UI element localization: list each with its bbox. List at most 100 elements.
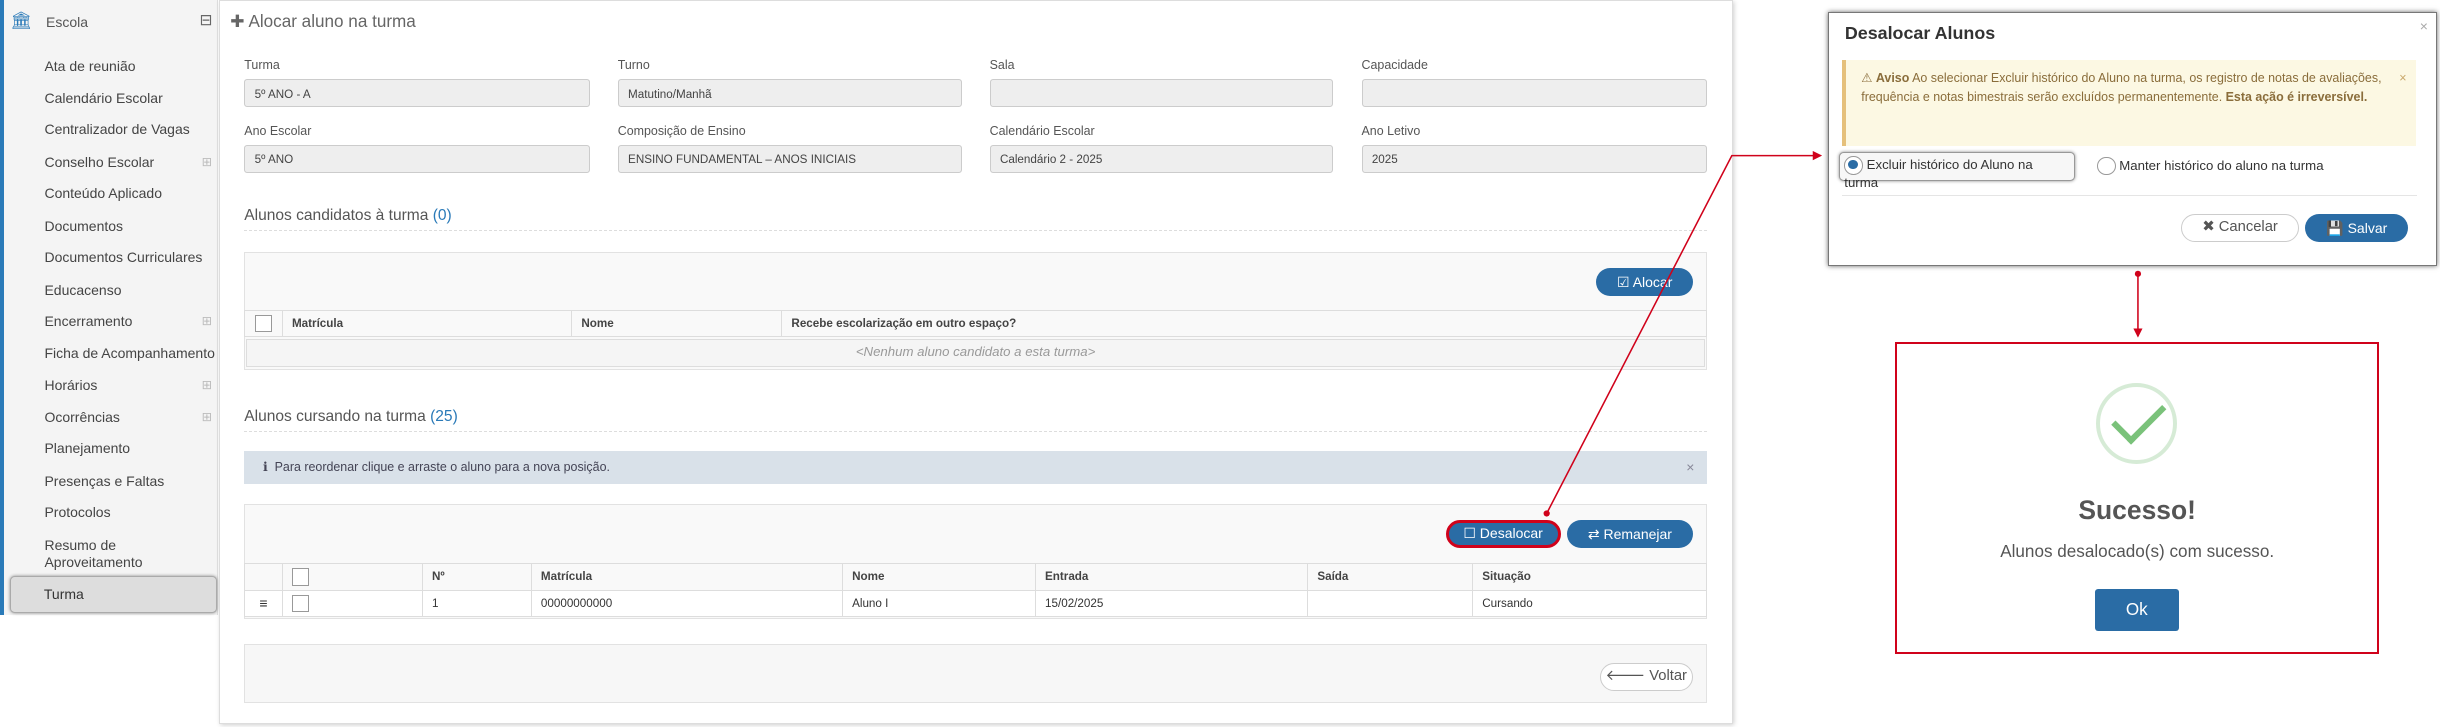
sidebar-item-ata[interactable]: Ata de reunião: [44, 58, 135, 74]
warning-icon: ⚠: [1861, 71, 1873, 86]
sidebar-item-conselho[interactable]: Conselho Escolar: [44, 154, 154, 170]
sidebar-item-protocolos[interactable]: Protocolos: [44, 504, 110, 520]
col-numero[interactable]: Nº: [421, 563, 532, 591]
sidebar-item-centralizador[interactable]: Centralizador de Vagas: [44, 121, 189, 137]
capacidade-field[interactable]: [1361, 79, 1707, 108]
sidebar-item-documentos-curriculares[interactable]: Documentos Curriculares: [44, 249, 202, 265]
select-all-checkbox[interactable]: [254, 314, 272, 332]
ok-button[interactable]: Ok: [2094, 588, 2179, 631]
cursando-count: (25): [430, 407, 458, 425]
footer-panel: [244, 644, 1707, 704]
col-entrada[interactable]: Entrada: [1034, 563, 1308, 591]
sala-label: Sala: [989, 57, 1015, 72]
table-row[interactable]: ≡ 1 00000000000 Aluno I 15/02/2025 Cursa…: [244, 589, 1707, 618]
composicao-field[interactable]: ENSINO FUNDAMENTAL – ANOS INICIAIS: [617, 144, 962, 173]
col-nome[interactable]: Nome: [841, 563, 1036, 591]
cell-situacao: Cursando: [1471, 589, 1707, 618]
bank-icon: 🏛: [10, 10, 32, 30]
drag-handle-icon[interactable]: ≡: [244, 589, 283, 618]
voltar-button[interactable]: 🡐 Voltar: [1599, 662, 1693, 691]
cancelar-label: Cancelar: [2218, 219, 2278, 236]
divider: [244, 431, 1707, 432]
col-recebe[interactable]: Recebe escolarização em outro espaço?: [781, 309, 1707, 338]
sidebar-title: Escola: [46, 14, 89, 30]
checkmark-icon: [2096, 383, 2178, 465]
close-icon[interactable]: ×: [2399, 69, 2406, 88]
manter-label: Manter histórico do aluno na turma: [2119, 157, 2324, 173]
candidatos-title: Alunos candidatos à turma: [244, 206, 429, 224]
desalocar-label: Desalocar: [1479, 524, 1543, 541]
radio-manter[interactable]: [2096, 156, 2116, 176]
sidebar-item-presencas[interactable]: Presenças e Faltas: [44, 473, 164, 489]
sidebar-item-calendario[interactable]: Calendário Escolar: [44, 90, 162, 106]
empty-message: <Nenhum aluno candidato a esta turma>: [245, 339, 1706, 368]
select-all-cell: [244, 309, 283, 338]
sidebar-item-documentos[interactable]: Documentos: [44, 218, 123, 234]
candidatos-table: Matrícula Nome Recebe escolarização em o…: [244, 309, 1707, 338]
expand-icon[interactable]: ⊞: [202, 313, 212, 328]
ano-escolar-field[interactable]: 5º ANO: [244, 144, 590, 173]
success-message: Alunos desalocado(s) com sucesso.: [2000, 541, 2275, 561]
radio-excluir[interactable]: [1844, 156, 1863, 175]
sidebar-item-conteudo[interactable]: Conteúdo Aplicado: [44, 185, 162, 201]
sidebar-header[interactable]: 🏛 Escola ⊟: [10, 11, 215, 33]
success-dialog: Sucesso! Alunos desalocado(s) com sucess…: [1895, 342, 2380, 654]
expand-icon[interactable]: ⊞: [202, 377, 212, 392]
cancelar-button[interactable]: ✖ Cancelar: [2180, 214, 2300, 243]
sidebar-item-horarios[interactable]: Horários: [44, 377, 97, 393]
remanejar-label: Remanejar: [1603, 525, 1672, 542]
col-nome[interactable]: Nome: [571, 309, 783, 338]
sidebar-item-resumo[interactable]: Resumo de: [44, 537, 116, 553]
warning-strong-2: Esta ação é irreversível.: [2225, 90, 2368, 105]
turma-field[interactable]: 5º ANO - A: [244, 79, 590, 108]
sidebar-item-ficha[interactable]: Ficha de Acompanhamento: [44, 345, 214, 361]
salvar-button[interactable]: 💾 Salvar: [2305, 214, 2409, 243]
expand-icon[interactable]: ⊞: [202, 409, 212, 424]
sidebar: 🏛 Escola ⊟ Ata de reunião Calendário Esc…: [0, 0, 218, 615]
close-icon[interactable]: ×: [1686, 451, 1694, 484]
info-icon: ℹ: [262, 460, 268, 475]
cell-entrada: 15/02/2025: [1034, 589, 1308, 618]
remanejar-button[interactable]: ⇄ Remanejar: [1566, 519, 1693, 548]
sidebar-item-educacenso[interactable]: Educacenso: [44, 282, 121, 298]
voltar-label: Voltar: [1649, 667, 1687, 684]
sala-field[interactable]: [989, 79, 1334, 108]
col-situacao[interactable]: Situação: [1471, 563, 1707, 591]
col-matricula[interactable]: Matrícula: [281, 309, 573, 338]
info-alert: ℹ Para reordenar clique e arraste o alun…: [244, 451, 1707, 484]
manter-historico-option[interactable]: Manter histórico do aluno na turma: [2096, 156, 2324, 176]
sidebar-item-encerramento[interactable]: Encerramento: [44, 313, 132, 329]
expand-icon[interactable]: ⊞: [202, 154, 212, 169]
calendario-label: Calendário Escolar: [989, 124, 1095, 139]
calendario-field[interactable]: Calendário 2 - 2025: [989, 144, 1334, 173]
warning-strong: Aviso: [1875, 71, 1910, 86]
sidebar-item-planejamento[interactable]: Planejamento: [44, 440, 130, 456]
alocar-button[interactable]: ☑ Alocar: [1596, 267, 1693, 296]
alocar-label: Alocar: [1632, 273, 1673, 290]
row-checkbox[interactable]: [291, 594, 310, 612]
col-saida[interactable]: Saída: [1306, 563, 1473, 591]
ano-letivo-field[interactable]: 2025: [1361, 144, 1707, 173]
cell-numero: 1: [421, 589, 532, 618]
square-icon: ☐: [1463, 524, 1476, 541]
turno-label: Turno: [617, 57, 650, 72]
close-icon[interactable]: ×: [2420, 18, 2428, 34]
divider: [244, 230, 1707, 231]
desalocar-modal: Desalocar Alunos × ⚠ Aviso Ao selecionar…: [1828, 12, 2437, 267]
annotation-dot: [2134, 270, 2142, 277]
collapse-icon[interactable]: ⊟: [199, 11, 212, 30]
sidebar-item-ocorrencias[interactable]: Ocorrências: [44, 409, 119, 425]
sidebar-item-resumo-2[interactable]: Aproveitamento: [44, 554, 142, 570]
sidebar-item-turma[interactable]: Turma: [10, 575, 218, 614]
arrow-left-icon: 🡐: [1605, 667, 1646, 684]
cursando-table: Nº Matrícula Nome Entrada Saída Situação…: [244, 563, 1707, 618]
col-matricula[interactable]: Matrícula: [530, 563, 843, 591]
sidebar-item-label: Turma: [43, 586, 84, 603]
drag-col: [244, 563, 283, 591]
page-title: ✚ Alocar aluno na turma: [230, 12, 416, 32]
turno-field[interactable]: Matutino/Manhã: [617, 79, 962, 108]
desalocar-button[interactable]: ☐ Desalocar: [1445, 519, 1561, 548]
success-title: Sucesso!: [2078, 495, 2196, 526]
excluir-historico-option[interactable]: Excluir histórico do Aluno na turma: [1838, 151, 2076, 190]
select-all-checkbox[interactable]: [291, 568, 310, 586]
